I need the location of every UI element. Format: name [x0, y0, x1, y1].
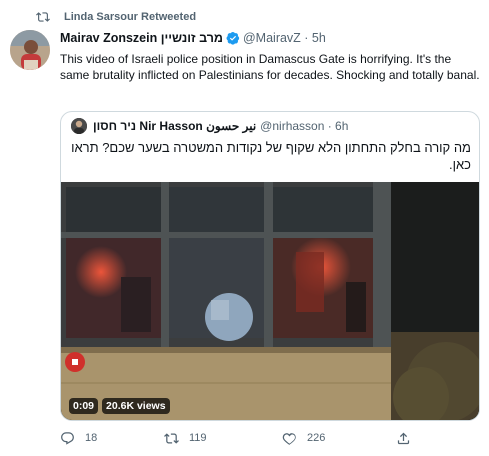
reply-icon	[61, 431, 74, 445]
reply-button[interactable]: 18	[60, 428, 97, 448]
retweet-button[interactable]: 119	[164, 428, 207, 448]
quoted-avatar-image	[71, 118, 87, 134]
retweet-count: 119	[189, 432, 207, 444]
share-icon	[397, 432, 410, 444]
author-handle-time[interactable]: @MairavZ · 5h	[243, 31, 326, 45]
avatar[interactable]	[10, 30, 50, 70]
like-count: 226	[307, 432, 326, 444]
quoted-author-handle-time: @nirhasson · 6h	[260, 119, 349, 133]
share-button[interactable]	[396, 428, 421, 448]
video-views: 20.6K views	[102, 398, 170, 414]
tweet-header: Mairav Zonszein מרב זונשיין @MairavZ · 5…	[60, 30, 326, 46]
quoted-avatar	[71, 118, 87, 134]
video-player[interactable]: 0:09 20.6K views	[61, 182, 479, 420]
heart-icon	[282, 432, 296, 445]
action-bar: 18 119 226	[60, 428, 480, 448]
quoted-tweet[interactable]: ניר חסון Nir Hasson نير حسون @nirhasson …	[60, 111, 480, 421]
tweet-text: This video of Israeli police position in…	[60, 52, 480, 82]
retweet-icon	[36, 12, 50, 22]
video-overlay: 0:09 20.6K views	[69, 398, 170, 414]
author-name[interactable]: Mairav Zonszein מרב זונשיין	[60, 31, 223, 45]
reply-count: 18	[85, 432, 98, 444]
video-duration: 0:09	[69, 398, 99, 414]
like-button[interactable]: 226	[282, 428, 325, 448]
quoted-author-name: ניר חסון Nir Hasson نير حسون	[93, 119, 257, 133]
quoted-tweet-header: ניר חסון Nir Hasson نير حسون @nirhasson …	[71, 118, 348, 134]
retweet-label: Linda Sarsour Retweeted	[64, 11, 197, 23]
quoted-tweet-text: מה קורה בחלק התחתון הלא שקוף של נקודות ה…	[71, 140, 471, 172]
video-frame	[61, 182, 479, 420]
retweet-indicator[interactable]: Linda Sarsour Retweeted	[14, 9, 196, 25]
avatar-image	[10, 30, 50, 70]
retweet-icon	[164, 432, 179, 444]
verified-badge-icon	[226, 31, 240, 45]
